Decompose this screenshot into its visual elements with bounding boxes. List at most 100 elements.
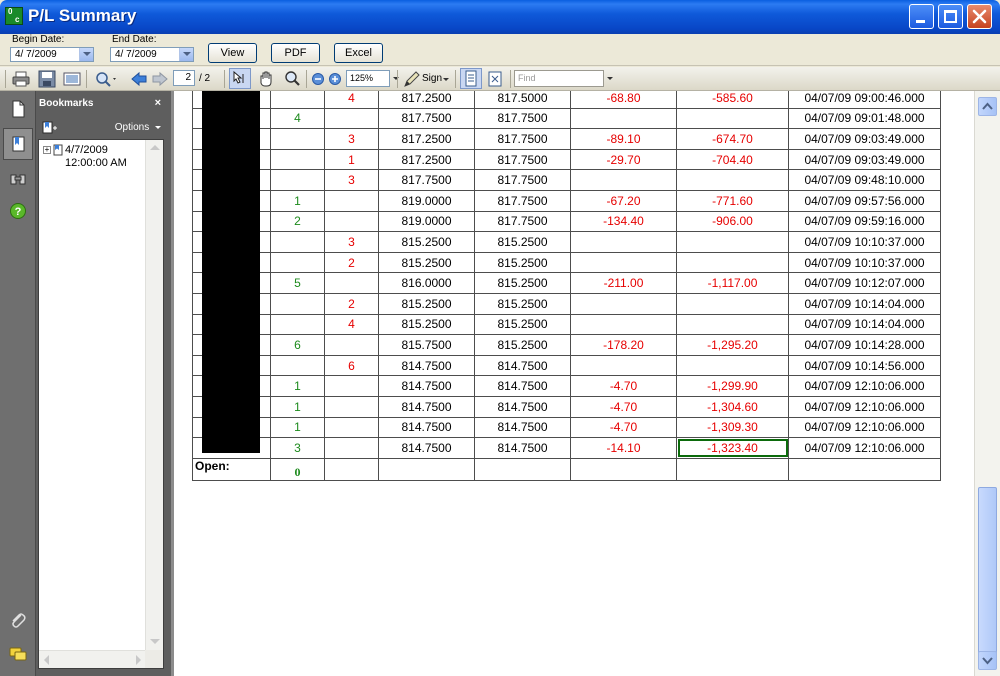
cum-pl-cell: -1,309.30 — [676, 416, 789, 439]
open-row: Open: 0 — [192, 457, 941, 481]
buy-qty-cell — [270, 251, 325, 274]
sell-qty-cell — [324, 416, 379, 439]
cum-pl-cell — [676, 107, 789, 130]
date-filter-bar: Begin Date: 4/ 7/2009 End Date: 4/ 7/200… — [0, 34, 1000, 66]
cum-pl-cell: -1,304.60 — [676, 395, 789, 418]
svg-text:?: ? — [15, 206, 22, 218]
bookmark-icon — [53, 144, 63, 156]
hand-tool-icon[interactable] — [257, 70, 275, 88]
cum-pl-cell: -906.00 — [676, 210, 789, 233]
chevron-right-icon[interactable] — [136, 655, 141, 665]
mark-price-cell: 814.7500 — [474, 416, 571, 439]
bookmarks-close-button[interactable]: × — [155, 97, 161, 109]
table-row: 3 815.2500 815.2500 04/07/09 10:10:37.000 — [192, 231, 941, 253]
chevron-down-icon — [155, 125, 161, 129]
bookmark-add-icon[interactable] — [42, 121, 58, 135]
fill-price-cell: 819.0000 — [378, 189, 475, 212]
single-page-view-button[interactable] — [460, 68, 482, 89]
mark-price-cell: 817.7500 — [474, 128, 571, 150]
minimize-button[interactable] — [909, 4, 934, 29]
bookmarks-horizontal-scrollbar[interactable] — [39, 650, 147, 668]
pl-cell — [570, 231, 677, 253]
bookmark-item-date[interactable]: 4/7/2009 12:00:00 AM — [65, 144, 127, 170]
comments-icon[interactable] — [9, 645, 27, 663]
pl-cell — [570, 292, 677, 315]
table-row: 2 815.2500 815.2500 04/07/09 10:14:04.000 — [192, 292, 941, 315]
bookmarks-panel: Bookmarks × Options + 4/7/2009 12:00:00 … — [36, 91, 171, 676]
select-tool-button[interactable] — [229, 68, 251, 89]
chevron-down-icon[interactable] — [79, 48, 93, 61]
chevron-up-icon[interactable] — [150, 145, 160, 150]
cum-pl-cell: -1,299.90 — [676, 375, 789, 397]
chevron-down-icon[interactable] — [607, 77, 613, 80]
chevron-down-icon[interactable] — [150, 639, 160, 644]
toolbar-separator — [455, 70, 456, 88]
timestamp-cell: 04/07/09 10:10:37.000 — [788, 251, 941, 274]
mark-price-cell: 815.2500 — [474, 231, 571, 253]
mark-price-cell: 814.7500 — [474, 354, 571, 377]
chevron-left-icon[interactable] — [44, 655, 49, 665]
sell-qty-cell: 3 — [324, 231, 379, 253]
fit-page-icon[interactable] — [486, 70, 504, 88]
sign-button[interactable]: Sign — [401, 70, 453, 88]
attachments-icon[interactable] — [9, 611, 27, 629]
email-icon[interactable] — [63, 70, 81, 88]
toolbar-separator — [224, 70, 225, 88]
signatures-panel-icon[interactable] — [9, 169, 27, 187]
timestamp-cell: 04/07/09 10:14:28.000 — [788, 334, 941, 356]
scroll-down-button[interactable] — [978, 651, 997, 670]
bookmarks-vertical-scrollbar[interactable] — [145, 140, 163, 650]
scroll-up-button[interactable] — [978, 97, 997, 116]
table-row: 4 817.7500 817.7500 04/07/09 09:01:48.000 — [192, 107, 941, 130]
fill-price-cell: 817.2500 — [378, 128, 475, 150]
buy-qty-cell — [270, 231, 325, 253]
cum-pl-cell — [676, 292, 789, 315]
next-page-icon[interactable] — [151, 70, 169, 88]
maximize-button[interactable] — [938, 4, 963, 29]
begin-date-picker[interactable]: 4/ 7/2009 — [10, 47, 94, 62]
timestamp-cell: 04/07/09 09:48:10.000 — [788, 169, 941, 191]
toolbar-separator — [86, 70, 87, 88]
find-input[interactable]: Find — [514, 70, 604, 87]
table-row: 3 814.7500 814.7500 -14.10 -1,323.40 04/07/09… — [192, 437, 941, 459]
expand-icon[interactable]: + — [43, 146, 51, 154]
mark-price-cell: 817.7500 — [474, 107, 571, 130]
view-button[interactable]: View — [208, 43, 257, 63]
help-icon[interactable]: ? — [9, 202, 27, 220]
search-doc-icon[interactable] — [94, 70, 118, 88]
document-viewer[interactable]: 4 817.2500 817.5000 -68.80 -585.60 04/07/09 0… — [174, 91, 974, 676]
pdf-button[interactable]: PDF — [271, 43, 320, 63]
sell-qty-cell — [324, 272, 379, 294]
title-bar[interactable]: 0 c P/L Summary — [0, 0, 1000, 34]
sell-qty-cell: 2 — [324, 292, 379, 315]
timestamp-cell: 04/07/09 10:12:07.000 — [788, 272, 941, 294]
excel-button[interactable]: Excel — [334, 43, 383, 63]
save-icon[interactable] — [38, 70, 56, 88]
zoom-tool-icon[interactable] — [283, 70, 301, 88]
sell-qty-cell: 1 — [324, 148, 379, 171]
zoom-in-icon[interactable] — [328, 70, 342, 88]
bookmarks-panel-tab[interactable] — [3, 128, 33, 160]
pl-cell: -4.70 — [570, 375, 677, 397]
pl-cell: -14.10 — [570, 437, 677, 459]
prev-page-icon[interactable] — [130, 70, 148, 88]
close-button[interactable] — [967, 4, 992, 29]
buy-qty-cell — [270, 292, 325, 315]
chevron-down-icon — [393, 77, 399, 80]
bookmarks-options-menu[interactable]: Options — [115, 122, 161, 133]
zoom-level-select[interactable]: 125% — [346, 70, 390, 87]
mark-price-cell: 814.7500 — [474, 395, 571, 418]
end-date-picker[interactable]: 4/ 7/2009 — [110, 47, 194, 62]
chevron-down-icon[interactable] — [179, 48, 193, 61]
page-number-input[interactable]: 2 — [173, 70, 195, 86]
scroll-thumb[interactable] — [978, 487, 997, 657]
fill-price-cell: 819.0000 — [378, 210, 475, 233]
print-icon[interactable] — [12, 70, 30, 88]
pages-panel-icon[interactable] — [9, 100, 27, 118]
mark-price-cell: 815.2500 — [474, 251, 571, 274]
document-vertical-scrollbar[interactable] — [974, 91, 1000, 676]
table-row: 3 817.2500 817.7500 -89.10 -674.70 04/07/09 0… — [192, 128, 941, 150]
fill-price-cell: 815.2500 — [378, 313, 475, 336]
zoom-out-icon[interactable] — [311, 70, 325, 88]
cum-pl-cell: -1,295.20 — [676, 334, 789, 356]
